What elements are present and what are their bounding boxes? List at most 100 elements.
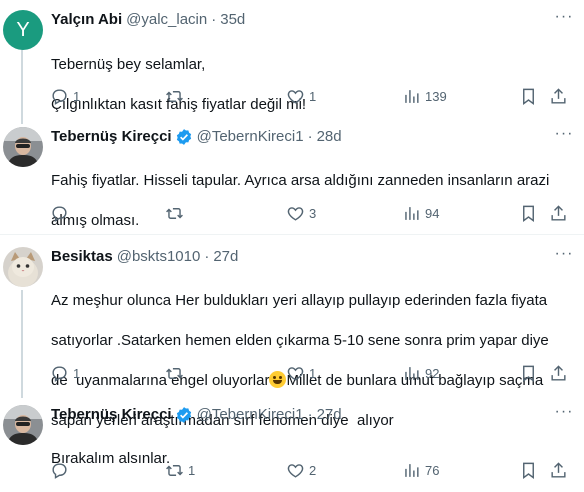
views-icon <box>405 463 419 477</box>
bookmark-icon <box>523 88 534 105</box>
reply-icon <box>52 462 67 479</box>
heart-icon <box>287 206 304 221</box>
views-icon <box>405 206 419 220</box>
share-icon <box>551 204 566 221</box>
separator: · <box>307 406 313 423</box>
user-name[interactable]: Besiktas <box>51 247 113 267</box>
timestamp[interactable]: 35d <box>220 10 245 30</box>
share-button[interactable] <box>549 86 568 106</box>
verified-badge-icon <box>176 129 191 145</box>
user-handle[interactable]: @yalc_lacin <box>126 10 207 30</box>
retweet-count: 1 <box>188 462 196 478</box>
user-name[interactable]: Tebernüş Kireçci <box>51 405 172 425</box>
avatar[interactable] <box>3 247 43 287</box>
tweet[interactable]: Tebernüş Kireçci @TebernKireci1 · 27d ··… <box>0 404 584 485</box>
retweet-icon <box>166 367 183 379</box>
tweet-header: Besiktas @bskts1010 · 27d <box>51 247 238 267</box>
like-button[interactable]: 1 <box>286 363 316 383</box>
tweet-header: Tebernüş Kireçci @TebernKireci1 · 28d <box>51 127 342 147</box>
views-icon <box>405 366 419 380</box>
share-icon <box>551 364 566 381</box>
retweet-icon <box>166 207 183 219</box>
avatar[interactable] <box>3 405 43 445</box>
view-count: 76 <box>425 462 440 478</box>
reply-icon <box>52 88 67 105</box>
reply-count: 1 <box>73 88 81 104</box>
action-bar: 1 2 76 <box>40 460 570 480</box>
heart-icon <box>287 89 304 104</box>
retweet-icon <box>166 464 183 476</box>
user-name[interactable]: Tebernüş Kireçci <box>51 127 172 147</box>
tweet-text: Tebernüş bey selamlar, Çılgınlıktan kası… <box>51 35 570 135</box>
reply-count: 1 <box>73 365 81 381</box>
reply-icon <box>52 205 67 222</box>
action-bar: 1 1 92 <box>40 363 570 383</box>
like-button[interactable]: 1 <box>286 86 316 106</box>
more-icon[interactable]: ··· <box>554 246 574 267</box>
views-button[interactable]: 92 <box>402 363 439 383</box>
view-count: 139 <box>425 88 447 104</box>
tweet[interactable]: Y Yalçın Abi @yalc_lacin · 35d ··· Teber… <box>0 9 584 120</box>
tweet-text: Fahiş fiyatlar. Hisseli tapular. Ayrıca … <box>51 151 570 251</box>
bookmark-button[interactable] <box>519 203 538 223</box>
reply-icon <box>52 365 67 382</box>
views-button[interactable]: 76 <box>402 460 439 480</box>
share-button[interactable] <box>549 460 568 480</box>
views-icon <box>405 89 419 103</box>
tweet[interactable]: Tebernüş Kireçci @TebernKireci1 · 28d ··… <box>0 126 584 229</box>
views-button[interactable]: 94 <box>402 203 439 223</box>
avatar[interactable] <box>3 127 43 167</box>
view-count: 92 <box>425 365 440 381</box>
retweet-button[interactable]: 1 <box>165 460 195 480</box>
separator: · <box>307 128 313 145</box>
timestamp[interactable]: 27d <box>317 405 342 425</box>
more-icon[interactable]: ··· <box>554 126 574 147</box>
tweet[interactable]: Besiktas @bskts1010 · 27d ··· Az meşhur … <box>0 246 584 429</box>
retweet-button[interactable] <box>165 203 188 223</box>
bookmark-button[interactable] <box>519 86 538 106</box>
share-button[interactable] <box>549 363 568 383</box>
bookmark-icon <box>523 462 534 479</box>
timestamp[interactable]: 27d <box>213 247 238 267</box>
like-count: 1 <box>309 88 317 104</box>
share-button[interactable] <box>549 203 568 223</box>
tweet-header: Yalçın Abi @yalc_lacin · 35d <box>51 10 245 30</box>
tweet-line: Az meşhur olunca Her buldukları yeri all… <box>51 292 548 309</box>
bookmark-button[interactable] <box>519 460 538 480</box>
like-count: 2 <box>309 462 317 478</box>
divider <box>0 234 584 235</box>
avatar[interactable]: Y <box>3 10 43 50</box>
user-handle[interactable]: @TebernKireci1 <box>197 127 304 147</box>
reply-button[interactable]: 1 <box>50 86 80 106</box>
timestamp[interactable]: 28d <box>317 127 342 147</box>
reply-button[interactable]: 1 <box>50 363 80 383</box>
bookmark-icon <box>523 365 534 382</box>
user-name[interactable]: Yalçın Abi <box>51 10 122 30</box>
like-button[interactable]: 3 <box>286 203 316 223</box>
heart-icon <box>287 366 304 381</box>
reply-button[interactable] <box>50 203 73 223</box>
bookmark-icon <box>523 205 534 222</box>
reply-button[interactable] <box>50 460 73 480</box>
views-button[interactable]: 139 <box>402 86 447 106</box>
separator: · <box>204 248 210 265</box>
tweet-line: Fahiş fiyatlar. Hisseli tapular. Ayrıca … <box>51 172 550 189</box>
bookmark-button[interactable] <box>519 363 538 383</box>
user-handle[interactable]: @TebernKireci1 <box>197 405 304 425</box>
tweet-header: Tebernüş Kireçci @TebernKireci1 · 27d <box>51 405 342 425</box>
more-icon[interactable]: ··· <box>554 404 574 425</box>
action-bar: 1 1 139 <box>40 86 570 106</box>
tweet-text: Bırakalım alsınlar. <box>51 429 570 489</box>
retweet-button[interactable] <box>165 86 188 106</box>
avatar-photo <box>3 127 43 167</box>
like-count: 1 <box>309 365 317 381</box>
avatar-photo <box>3 405 43 445</box>
like-button[interactable]: 2 <box>286 460 316 480</box>
tweet-line: Tebernüş bey selamlar, <box>51 56 206 73</box>
more-icon[interactable]: ··· <box>554 9 574 30</box>
tweet-line: satıyorlar .Satarken hemen elden çıkarma… <box>51 332 549 349</box>
retweet-button[interactable] <box>165 363 188 383</box>
verified-badge-icon <box>176 407 191 423</box>
user-handle[interactable]: @bskts1010 <box>117 247 201 267</box>
separator: · <box>211 11 217 28</box>
